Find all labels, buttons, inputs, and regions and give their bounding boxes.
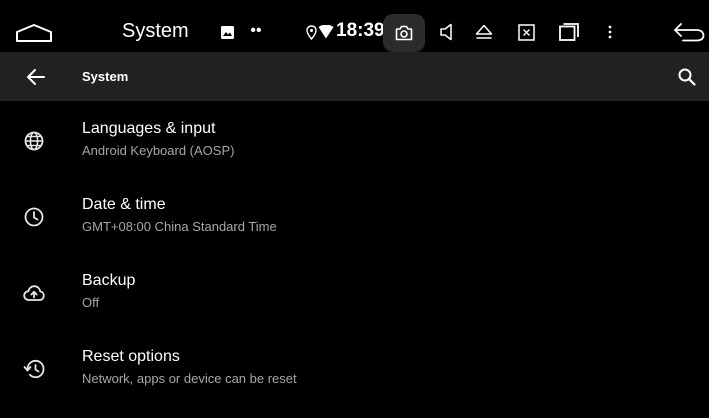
wifi-icon (318, 24, 334, 40)
volume-button[interactable] (438, 23, 456, 41)
recent-apps-button[interactable] (558, 22, 580, 42)
overflow-menu-icon (608, 25, 612, 39)
search-button[interactable] (665, 52, 709, 101)
page-title: System (82, 69, 129, 84)
nav-back-button[interactable] (672, 20, 706, 44)
setting-date-time[interactable]: Date & time GMT+08:00 China Standard Tim… (0, 177, 709, 253)
home-outline-icon (16, 24, 52, 42)
cloud-upload-icon (22, 281, 46, 305)
app-bar: System (0, 52, 709, 101)
search-icon (678, 68, 696, 86)
screenshot-button[interactable] (383, 14, 425, 52)
setting-reset-options[interactable]: Reset options Network, apps or device ca… (0, 329, 709, 405)
setting-title: Backup (82, 272, 136, 289)
setting-title: Reset options (82, 348, 180, 365)
setting-title: Languages & input (82, 120, 216, 137)
back-arrow-icon (674, 23, 705, 42)
settings-list: Languages & input Android Keyboard (AOSP… (0, 101, 709, 405)
screen: System •• 18:39 System Languages & input… (0, 0, 709, 418)
back-arrow-icon (27, 68, 45, 85)
close-window-button[interactable] (516, 22, 536, 42)
restore-icon (22, 357, 46, 381)
setting-languages-input[interactable]: Languages & input Android Keyboard (AOSP… (0, 101, 709, 177)
more-dots-icon: •• (250, 22, 262, 39)
back-button[interactable] (14, 52, 58, 101)
setting-subtitle: GMT+08:00 China Standard Time (82, 219, 277, 234)
home-button[interactable] (14, 21, 54, 45)
volume-icon (440, 23, 452, 41)
close-window-icon (517, 23, 535, 41)
camera-icon (395, 24, 413, 41)
setting-subtitle: Android Keyboard (AOSP) (82, 143, 235, 158)
setting-backup[interactable]: Backup Off (0, 253, 709, 329)
status-bar: System •• 18:39 (0, 0, 709, 52)
setting-subtitle: Off (82, 295, 100, 310)
setting-title: Date & time (82, 196, 166, 213)
recent-apps-icon (559, 23, 579, 41)
setting-subtitle: Network, apps or device can be reset (82, 371, 297, 386)
location-icon (305, 24, 317, 40)
clock-icon (22, 205, 46, 229)
eject-button[interactable] (474, 22, 494, 42)
eject-icon (475, 24, 493, 39)
image-notification-icon (220, 25, 234, 39)
overflow-menu-button[interactable] (604, 22, 616, 42)
globe-icon (22, 129, 46, 153)
